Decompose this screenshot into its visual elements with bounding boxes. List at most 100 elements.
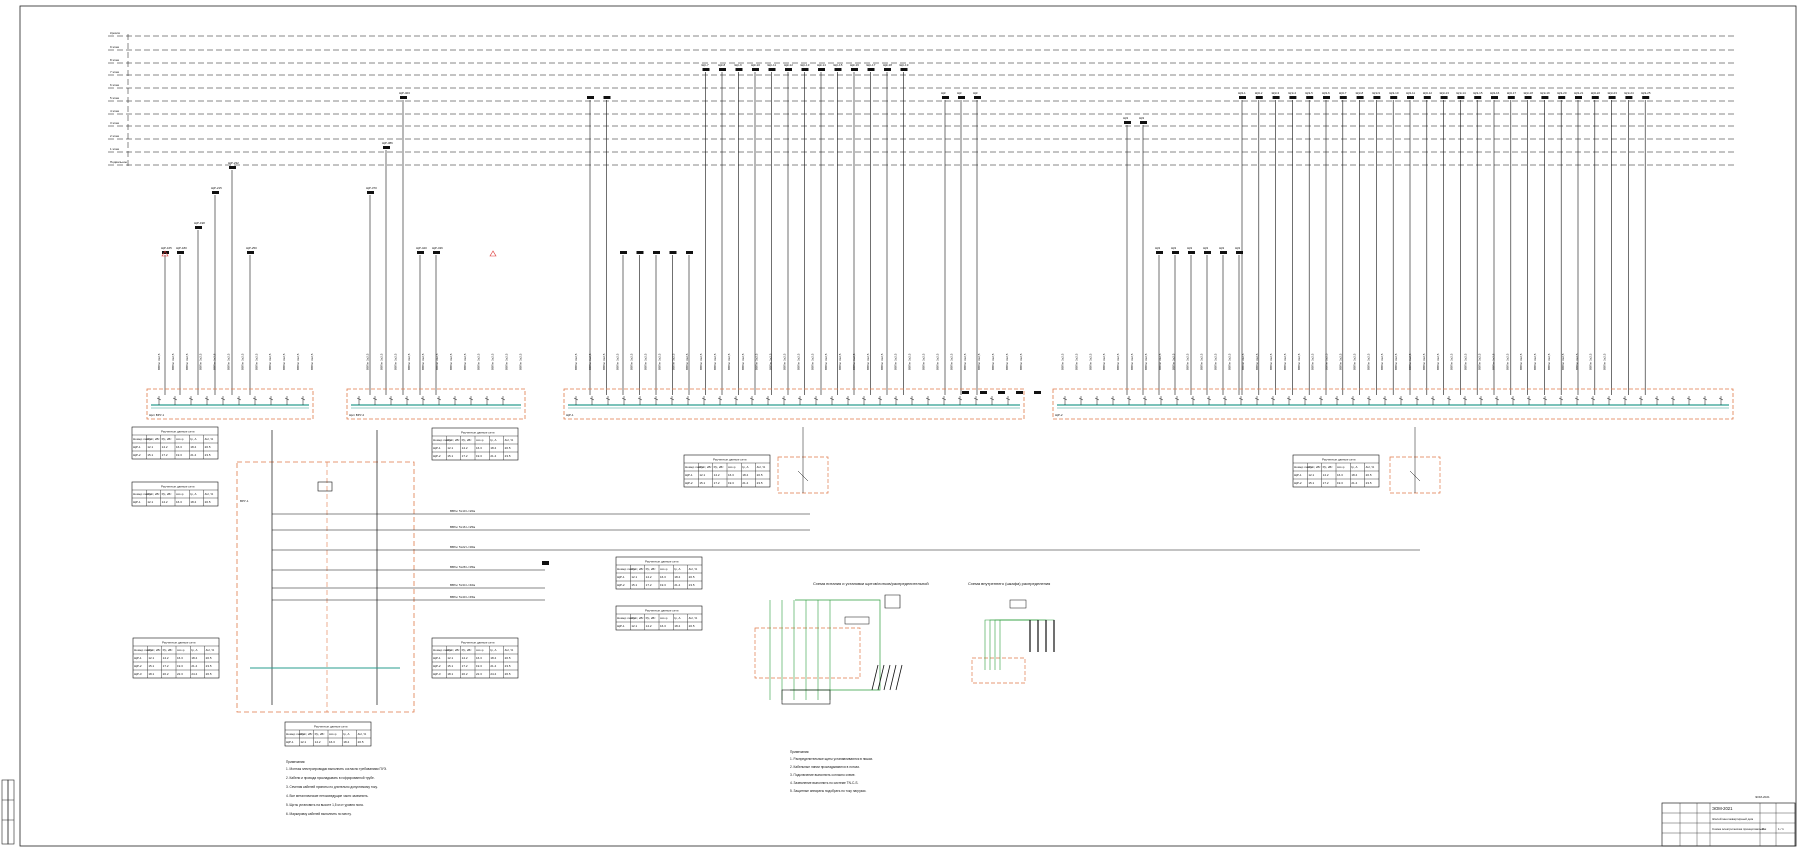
cable-mark: ВВГнг 3х2,5 <box>1547 353 1551 370</box>
cable-mark: ВВГнг 3х2,5 <box>1172 353 1176 370</box>
table-cell: 23.5 <box>1366 481 1372 485</box>
cable-mark: ВВГнг 3х2,5 <box>171 353 175 370</box>
scheme-panel <box>1009 599 1027 609</box>
cable-mark: ВВГнг 3х2,5 <box>199 353 203 370</box>
cable-mark: ВВГнг 3х2,5 <box>1505 353 1509 370</box>
consumer-box <box>1642 96 1650 99</box>
cable-mark: ВВГнг 3х2,5 <box>1491 353 1495 370</box>
vru-output-box <box>542 561 549 565</box>
table-col-header: Руст, кВт <box>447 438 460 442</box>
consumer-box <box>1239 96 1246 99</box>
floor-label: 7 этаж <box>110 70 119 74</box>
note-line: 4. Все металлические нетоковедущие части… <box>286 794 369 798</box>
cable-mark: ВВГнг 3х2,5 <box>1241 353 1245 370</box>
cable-mark: ВВГнг 3х2,5 <box>963 353 967 370</box>
table-header: Расчетные данные сети <box>645 609 679 613</box>
switchboard-name: Щит ВРУ-2 <box>349 413 365 417</box>
consumer-box <box>212 191 219 194</box>
table-cell: 17.2 <box>714 481 720 485</box>
table-cell: 26.5 <box>206 672 212 676</box>
note-line: 1. Распределительные щиты устанавливаютс… <box>790 757 873 761</box>
note-line: 3. Подключение выполнить согласно схеме. <box>790 773 855 777</box>
consumer-label: ЩЭ-8 <box>1356 91 1364 95</box>
cable-mark: ВВГнг 3х2,5 <box>1227 353 1231 370</box>
line-label: ВВГнг 5х34 L=40м <box>450 583 475 587</box>
cable-mark: ВВГнг 3х2,5 <box>366 353 370 370</box>
consumer-box <box>1172 251 1179 254</box>
cable-mark: ВВГнг 3х2,5 <box>1130 353 1134 370</box>
switchboard-name: ЩР-2 <box>1055 413 1063 417</box>
consumer-box <box>1390 96 1398 99</box>
consumer-box <box>229 166 236 169</box>
table-cell: 17.2 <box>162 453 168 457</box>
consumer-label: ЩЭ-19 <box>1540 91 1550 95</box>
floor-label: 2 этаж <box>110 134 119 138</box>
consumer-label: ЩР-250 <box>246 246 257 250</box>
table-cell: 17.2 <box>462 454 468 458</box>
table-cell: ЩР-1 <box>134 656 142 660</box>
table-cell: 18.4 <box>1351 473 1357 477</box>
cable-mark: ВВГнг 3х2,5 <box>1019 353 1023 370</box>
line-label: ВВГнг 5х28 L=35м <box>450 565 475 569</box>
cable-mark: ВВГнг 3х2,5 <box>1519 353 1523 370</box>
cable-mark: ВВГнг 3х2,5 <box>769 353 773 370</box>
consumer-box <box>1524 96 1532 99</box>
table-col-header: Рр, кВт <box>1323 465 1334 469</box>
floor-label: Кровля <box>110 31 120 35</box>
table-cell: 17.2 <box>163 664 169 668</box>
table-col-header: Ip, А <box>343 732 349 736</box>
consumer-box <box>247 251 254 254</box>
consumer-box <box>686 251 693 254</box>
cable-mark: ВВГнг 3х2,5 <box>796 353 800 370</box>
cable-mark: ВВГнг 3х2,5 <box>949 353 953 370</box>
table-cell: 17.2 <box>646 583 652 587</box>
note-line: 1. Монтаж электропроводки выполнить согл… <box>286 767 387 771</box>
consumer-box <box>1625 96 1633 99</box>
cable-mark: ВВГнг 3х2,5 <box>1116 353 1120 370</box>
consumer-box <box>834 68 842 71</box>
consumer-label: ЩК-14 <box>817 63 826 67</box>
table-cell: 23.5 <box>689 583 695 587</box>
consumer-box <box>980 391 987 394</box>
consumer-label: ЩК-15 <box>834 63 843 67</box>
table-cell: 21.4 <box>490 664 496 668</box>
cable-mark: ВВГнг 3х2,5 <box>407 353 411 370</box>
cable-mark: ВВГнг 3х2,5 <box>1352 353 1356 370</box>
consumer-box <box>1591 96 1599 99</box>
table-col-header: Руст, кВт <box>631 567 644 571</box>
cable-mark: ВВГнг 3х2,5 <box>1200 353 1204 370</box>
table-col-header: Ip, А <box>191 648 197 652</box>
table-col-header: ΔU, % <box>358 732 367 736</box>
table-cell: 18.4 <box>742 473 748 477</box>
note-line: 3. Сечения кабелей приняты по длительно … <box>286 785 378 789</box>
table-cell: 20.5 <box>689 575 695 579</box>
notes-heading: Примечания: <box>286 760 305 764</box>
cable-mark: ВВГнг 3х2,5 <box>602 353 606 370</box>
table-col-header: Ip, А <box>1351 465 1357 469</box>
consumer-label: ЩР-180 <box>176 246 187 250</box>
table-cell: ЩР-2 <box>1294 481 1302 485</box>
table-cell: 22.3 <box>177 672 183 676</box>
sheet-frame <box>19 5 1797 847</box>
cable-mark: ВВГнг 3х2,5 <box>991 353 995 370</box>
table-cell: ЩР-1 <box>133 500 141 504</box>
cable-mark: ВВГнг 3х2,5 <box>616 353 620 370</box>
cable-mark: ВВГнг 3х2,5 <box>310 353 314 370</box>
consumer-box <box>383 146 390 149</box>
cable-mark: ВВГнг 3х2,5 <box>421 353 425 370</box>
table-header: Расчетные данные сети <box>314 725 348 729</box>
table-header: Расчетные данные сети <box>461 431 495 435</box>
calculation-tables: Расчетные данные сетиНомер линииРуст, кВ… <box>131 426 1441 747</box>
table-cell: 18.4 <box>190 500 196 504</box>
table-col-header: Ip, А <box>190 492 196 496</box>
table-cell: 18.4 <box>490 656 496 660</box>
cable-mark: ВВГнг 3х2,5 <box>1408 353 1412 370</box>
floor-label: 4 этаж <box>110 109 119 113</box>
table-col-header: ΔU, % <box>689 616 698 620</box>
consumer-box <box>900 68 908 71</box>
stamp-object: Жилой многоквартирный дом <box>1712 817 1753 821</box>
consumer-label: ЩЭ-4 <box>1288 91 1296 95</box>
consumer-box <box>1440 96 1448 99</box>
table-cell: 20.2 <box>462 672 468 676</box>
consumer-box <box>1272 96 1280 99</box>
